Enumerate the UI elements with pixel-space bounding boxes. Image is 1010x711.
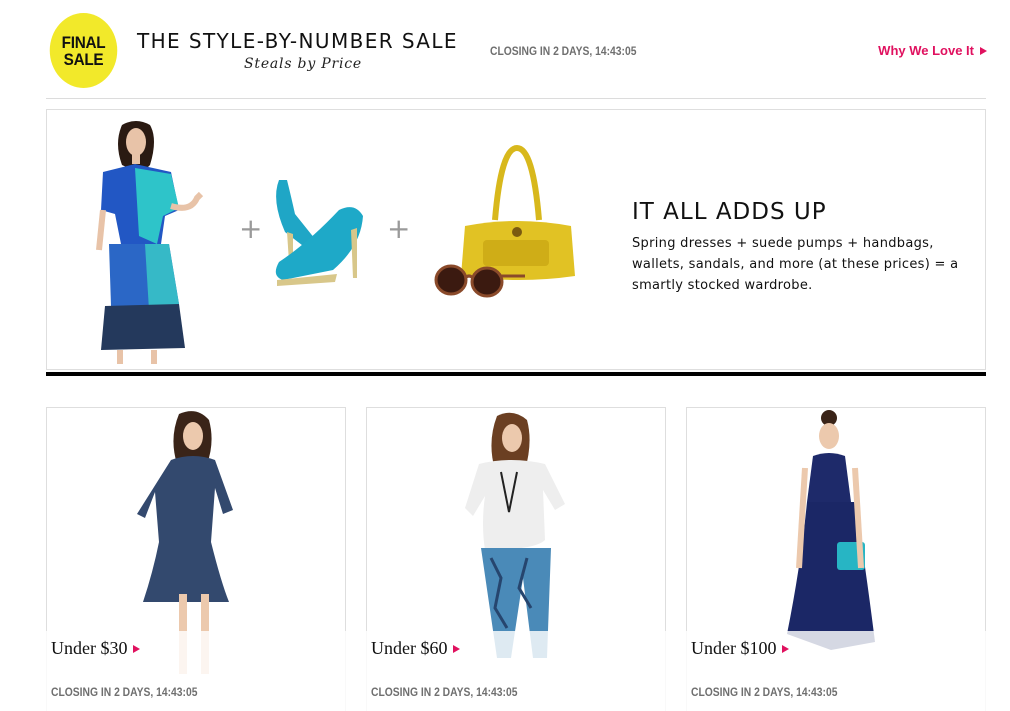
card-price-label: Under $100: [691, 638, 777, 658]
arrow-right-icon: [133, 644, 141, 653]
arrow-right-icon: [782, 644, 790, 653]
plus-sign-2: +: [387, 212, 410, 245]
card-price-label: Under $60: [371, 638, 448, 658]
card-price-link[interactable]: Under $30: [51, 638, 141, 659]
sale-card-under-60[interactable]: Under $60 CLOSING IN 2 DAYS, 14:43:05: [366, 407, 666, 711]
header-countdown: CLOSING IN 2 DAYS, 14:43:05: [490, 44, 637, 58]
arrow-right-icon: [980, 46, 987, 55]
card-countdown: CLOSING IN 2 DAYS, 14:43:05: [51, 685, 198, 699]
badge-line-1: FINAL: [61, 32, 106, 52]
card-price-link[interactable]: Under $60: [371, 638, 461, 659]
final-sale-badge: FINAL SALE: [49, 13, 118, 88]
hero-banner[interactable]: + + IT ALL ADDS UP Spring dresses + sued…: [46, 109, 986, 370]
hero-description: Spring dresses + suede pumps + handbags,…: [632, 236, 959, 293]
pumps-image: [275, 180, 363, 286]
card-countdown: CLOSING IN 2 DAYS, 14:43:05: [691, 685, 838, 699]
header-divider: [46, 98, 986, 99]
sale-title: THE STYLE-BY-NUMBER SALE: [137, 29, 458, 53]
plus-sign-1: +: [239, 212, 262, 245]
hero-heading: IT ALL ADDS UP: [632, 199, 827, 225]
dress-model-image: [96, 121, 204, 364]
section-divider: [46, 372, 986, 376]
sale-card-under-30[interactable]: Under $30 CLOSING IN 2 DAYS, 14:43:05: [46, 407, 346, 711]
why-we-love-it-link[interactable]: Why We Love It: [878, 43, 987, 58]
badge-line-2: SALE: [63, 49, 104, 69]
handbag-image: [461, 144, 575, 280]
card-price-label: Under $30: [51, 638, 128, 658]
sale-card-under-100[interactable]: Under $100 CLOSING IN 2 DAYS, 14:43:05: [686, 407, 986, 711]
card-countdown: CLOSING IN 2 DAYS, 14:43:05: [371, 685, 518, 699]
why-we-love-it-label: Why We Love It: [878, 43, 974, 58]
sale-subtitle: Steals by Price: [244, 56, 362, 72]
card-price-link[interactable]: Under $100: [691, 638, 790, 659]
arrow-right-icon: [453, 644, 461, 653]
